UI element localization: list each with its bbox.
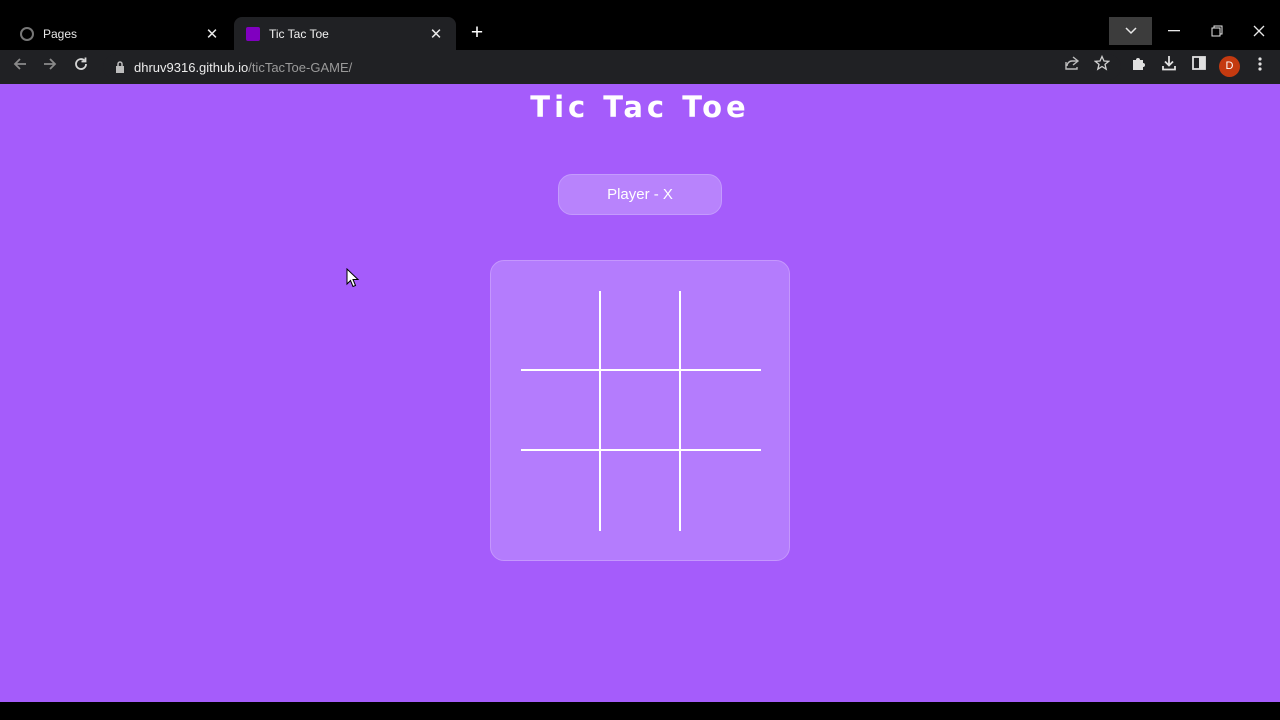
github-icon	[20, 26, 34, 41]
share-icon	[1065, 56, 1080, 70]
url-path: /ticTacToe-GAME/	[248, 59, 353, 75]
current-player-indicator: Player - X	[558, 174, 722, 215]
close-window-button[interactable]	[1238, 17, 1280, 45]
board-cell-7[interactable]	[521, 451, 601, 531]
browser-toolbar: dhruv9316.github.io/ticTacToe-GAME/	[0, 50, 1280, 84]
download-icon	[1162, 56, 1176, 71]
tab-tic-tac-toe[interactable]: Tic Tac Toe ✕	[234, 17, 456, 50]
tab-title: Tic Tac Toe	[269, 26, 329, 41]
restore-button[interactable]	[1195, 17, 1238, 45]
lock-icon[interactable]	[113, 60, 127, 74]
arrow-right-icon	[44, 58, 57, 70]
reload-icon	[75, 57, 87, 70]
bookmark-button[interactable]	[1090, 54, 1114, 79]
back-button[interactable]	[8, 55, 32, 79]
new-tab-button[interactable]: +	[466, 20, 488, 46]
mouse-cursor-icon	[346, 268, 360, 288]
arrow-left-icon	[13, 58, 26, 70]
restore-icon	[1211, 25, 1222, 37]
browser-menu-button[interactable]	[1248, 55, 1272, 79]
extensions-button[interactable]	[1127, 55, 1151, 79]
downloads-button[interactable]	[1157, 55, 1181, 79]
current-player-label: Player - X	[607, 186, 673, 203]
address-bar[interactable]: dhruv9316.github.io/ticTacToe-GAME/	[103, 54, 1121, 80]
board-cell-4[interactable]	[521, 371, 601, 451]
board-cell-6[interactable]	[681, 371, 761, 451]
star-icon	[1093, 54, 1111, 71]
board-cell-5[interactable]	[601, 371, 681, 451]
forward-button[interactable]	[38, 55, 62, 79]
purple-square-icon	[246, 26, 260, 41]
tab-search-button[interactable]	[1109, 17, 1152, 45]
share-button[interactable]	[1060, 55, 1084, 79]
close-tab-icon[interactable]: ✕	[204, 25, 220, 43]
reload-button[interactable]	[69, 55, 93, 79]
board-cell-9[interactable]	[681, 451, 761, 531]
profile-avatar[interactable]: D	[1219, 56, 1240, 77]
puzzle-icon	[1133, 58, 1145, 70]
board-card	[490, 260, 790, 561]
page-title: Tic Tac Toe	[530, 90, 750, 124]
game-board	[521, 291, 761, 531]
board-cell-1[interactable]	[521, 291, 601, 371]
minimize-button[interactable]	[1152, 17, 1195, 45]
tab-title: Pages	[43, 26, 78, 41]
game-page: Tic Tac Toe Player - X	[0, 84, 1280, 702]
board-cell-8[interactable]	[601, 451, 681, 531]
board-cell-3[interactable]	[681, 291, 761, 371]
close-icon	[1253, 25, 1265, 37]
url-host: dhruv9316.github.io	[134, 59, 249, 75]
minimize-icon	[1167, 30, 1180, 32]
kebab-menu-icon	[1258, 57, 1262, 71]
close-tab-icon[interactable]: ✕	[428, 25, 444, 43]
bottom-bar	[0, 702, 1280, 720]
tab-pages[interactable]: Pages ✕	[8, 17, 232, 50]
side-panel-button[interactable]	[1187, 55, 1211, 79]
tab-strip: Pages ✕ Tic Tac Toe ✕ +	[0, 0, 1280, 50]
side-panel-icon	[1192, 56, 1206, 70]
chevron-down-icon	[1124, 27, 1137, 35]
board-cell-2[interactable]	[601, 291, 681, 371]
